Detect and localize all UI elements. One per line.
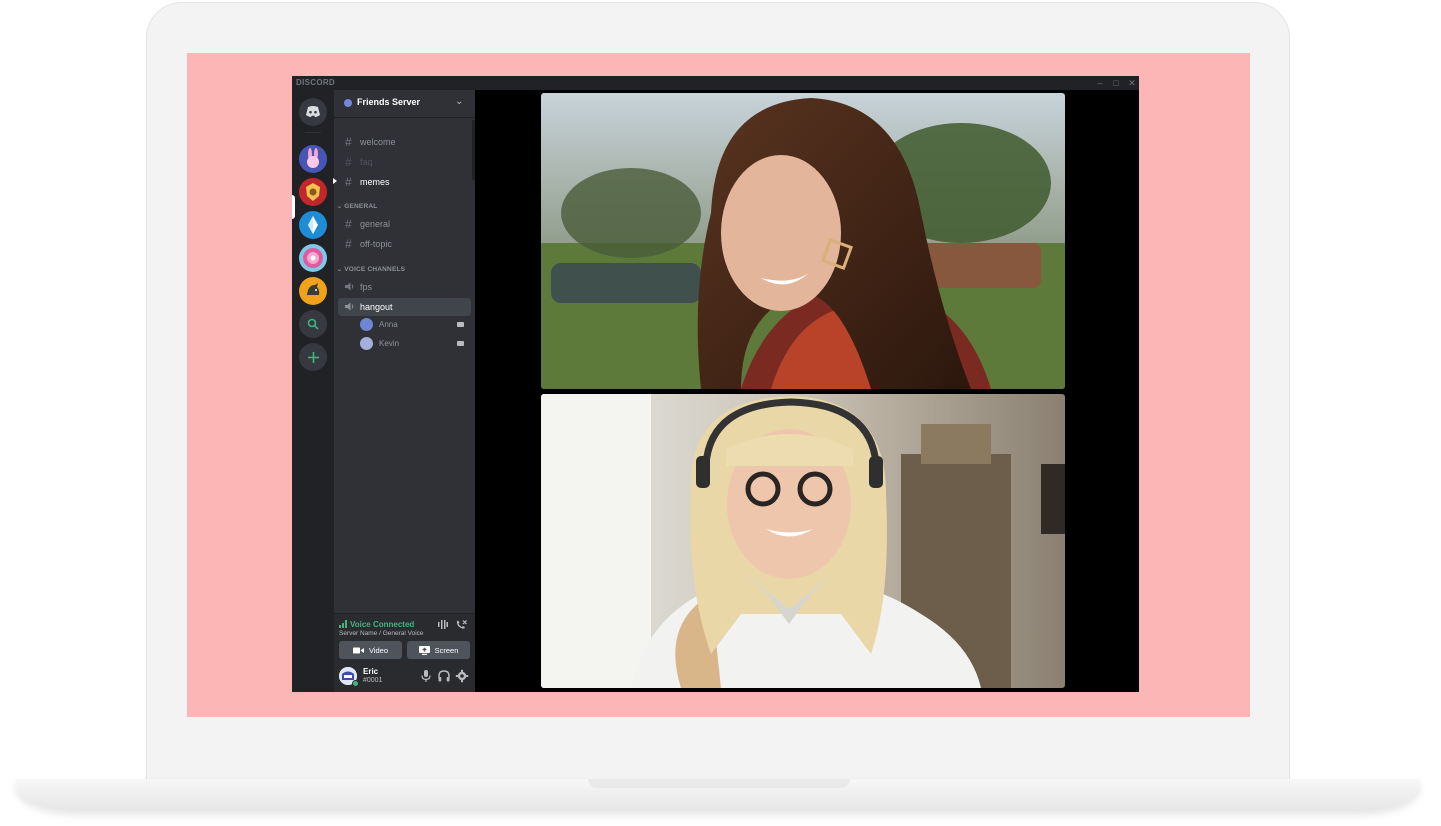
explore-icon[interactable] xyxy=(299,310,327,338)
video-tile-participant-1[interactable] xyxy=(541,93,1065,389)
unread-indicator xyxy=(333,178,337,184)
title-bar: DISCORD – □ ✕ xyxy=(292,76,1139,90)
online-status-indicator xyxy=(352,680,359,687)
channel-label: hangout xyxy=(360,302,393,312)
channel-sidebar: Friends Server ⌄ # welcome # faq # memes… xyxy=(333,90,475,692)
server-name: Friends Server xyxy=(357,97,421,107)
chevron-down-icon[interactable]: ⌄ xyxy=(455,96,463,107)
channel-label: off-topic xyxy=(360,239,392,249)
active-server-pill xyxy=(292,195,295,219)
screen-share-button[interactable]: Screen xyxy=(407,641,470,659)
channel-label: fps xyxy=(360,282,373,292)
verified-badge-icon xyxy=(344,99,352,107)
flower-server-icon[interactable] xyxy=(299,244,327,272)
voice-user-kevin[interactable]: Kevin xyxy=(358,336,468,352)
category-label: VOICE CHANNELS xyxy=(344,266,406,273)
video-camera-icon xyxy=(352,647,364,653)
server-header[interactable]: Friends Server ⌄ xyxy=(334,90,475,118)
voice-connection-location: Server Name / General Voice xyxy=(339,630,424,637)
hash-icon: # xyxy=(345,175,352,189)
channel-faq[interactable]: # faq xyxy=(338,153,471,171)
camera-icon xyxy=(457,322,464,327)
user-tag: #0001 xyxy=(363,677,383,684)
chevron-down-icon: ⌄ xyxy=(337,204,343,210)
channel-label: welcome xyxy=(360,137,396,147)
hash-icon: # xyxy=(345,217,352,231)
minimize-icon[interactable]: – xyxy=(1094,77,1106,89)
noise-suppression-icon[interactable] xyxy=(437,620,449,632)
bunny-server-icon[interactable] xyxy=(299,145,327,173)
settings-gear-icon[interactable] xyxy=(455,669,469,683)
channel-memes[interactable]: # memes xyxy=(333,173,471,191)
lion-server-icon[interactable] xyxy=(299,178,327,206)
chevron-down-icon: ⌄ xyxy=(337,267,343,273)
screen-share-icon xyxy=(418,645,430,655)
video-call-stage xyxy=(475,90,1139,692)
channel-welcome[interactable]: # welcome xyxy=(338,133,471,151)
close-icon[interactable]: ✕ xyxy=(1126,77,1138,89)
rail-divider xyxy=(305,132,321,133)
voice-channel-fps[interactable]: fps xyxy=(338,278,471,296)
discord-window: DISCORD – □ ✕ Friends Server ⌄ # welcome… xyxy=(292,76,1139,692)
voice-connected-status: Voice Connected xyxy=(350,620,415,629)
crystal-server-icon[interactable] xyxy=(299,211,327,239)
hedgehog-server-icon[interactable] xyxy=(299,277,327,305)
speaker-icon xyxy=(345,282,354,291)
voice-user-name: Kevin xyxy=(379,339,400,348)
laptop-mockup: DISCORD – □ ✕ Friends Server ⌄ # welcome… xyxy=(0,0,1441,826)
category-general[interactable]: ⌄ GENERAL xyxy=(337,203,377,210)
voice-connection-panel: Voice Connected Server Name / General Vo… xyxy=(334,613,475,661)
laptop-notch xyxy=(588,779,850,788)
voice-user-anna[interactable]: Anna xyxy=(358,317,468,333)
server-rail xyxy=(292,90,334,692)
hash-icon: # xyxy=(345,135,352,149)
channel-off-topic[interactable]: # off-topic xyxy=(338,235,471,253)
disconnect-call-icon[interactable] xyxy=(455,620,467,632)
channel-label: general xyxy=(360,219,391,229)
app-brand: DISCORD xyxy=(296,78,335,87)
hash-icon: # xyxy=(345,237,352,251)
user-name: Eric xyxy=(363,667,379,676)
voice-channel-hangout[interactable]: hangout xyxy=(338,298,471,316)
participant-video-feed xyxy=(541,93,1065,389)
add-server-icon[interactable] xyxy=(299,343,327,371)
channel-label: memes xyxy=(360,177,390,187)
video-button[interactable]: Video xyxy=(339,641,402,659)
channel-label: faq xyxy=(360,157,373,167)
category-label: GENERAL xyxy=(344,203,378,210)
home-icon[interactable] xyxy=(299,98,327,126)
video-button-label: Video xyxy=(368,645,389,655)
category-voice-channels[interactable]: ⌄ VOICE CHANNELS xyxy=(337,266,405,273)
speaker-icon xyxy=(345,302,354,311)
headphones-icon[interactable] xyxy=(437,669,451,683)
camera-icon xyxy=(457,341,464,346)
signal-strength-icon[interactable] xyxy=(339,620,348,628)
maximize-icon[interactable]: □ xyxy=(1110,77,1122,89)
screen-share-label: Screen xyxy=(434,645,459,655)
user-panel: Eric #0001 xyxy=(334,661,475,692)
voice-user-name: Anna xyxy=(379,320,398,329)
avatar xyxy=(360,337,373,350)
avatar xyxy=(360,318,373,331)
microphone-icon[interactable] xyxy=(419,669,433,683)
hash-icon: # xyxy=(345,155,352,169)
video-tile-participant-2[interactable] xyxy=(541,394,1065,688)
participant-video-feed xyxy=(541,394,1065,688)
channel-general[interactable]: # general xyxy=(338,215,471,233)
